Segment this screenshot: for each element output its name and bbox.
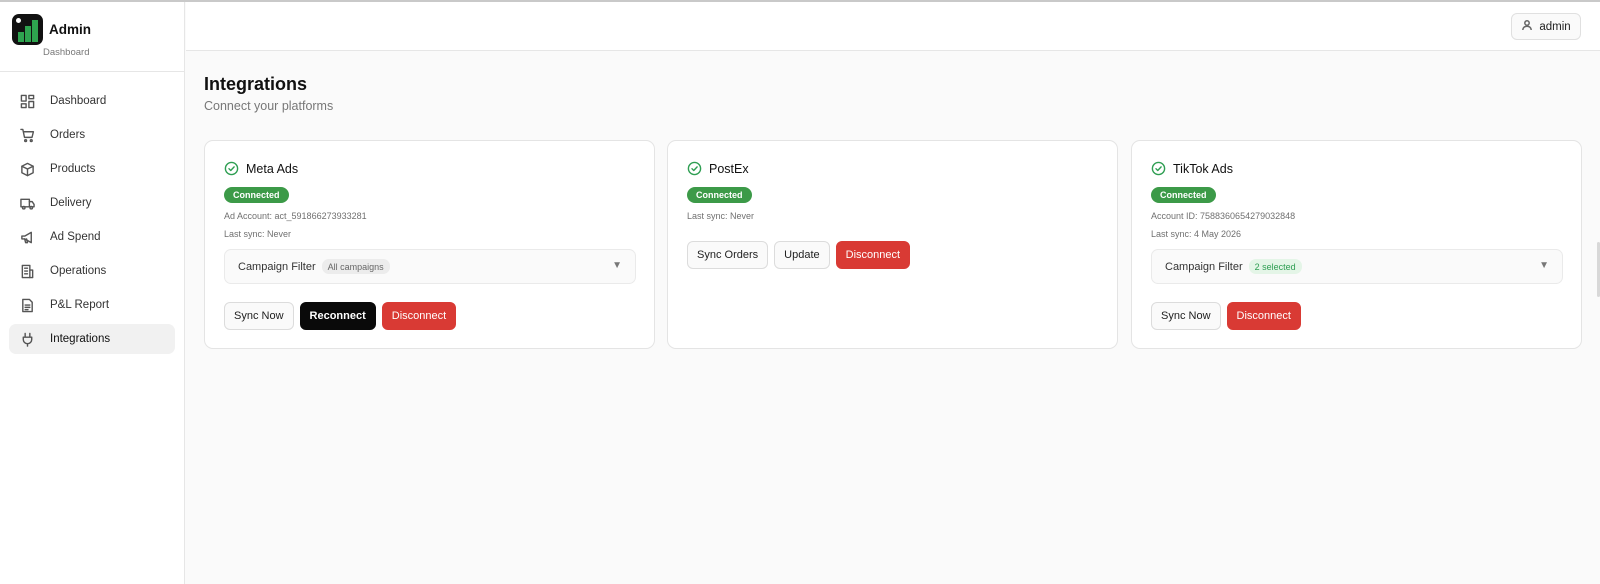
sync-now-button[interactable]: Sync Now: [1151, 302, 1221, 330]
truck-icon: [19, 195, 35, 211]
brand: Admin Dashboard: [0, 2, 184, 72]
status-badge: Connected: [687, 187, 752, 203]
sidebar-item-label: P&L Report: [50, 299, 110, 311]
user-icon: [1521, 19, 1533, 34]
card-header: Meta Ads: [224, 161, 298, 176]
campaign-filter-chip: All campaigns: [321, 259, 390, 274]
sidebar-item-delivery[interactable]: Delivery: [9, 188, 175, 218]
card-actions: Sync Now Reconnect Disconnect: [224, 302, 457, 330]
disconnect-button[interactable]: Disconnect: [381, 302, 457, 330]
building-icon: [19, 263, 35, 279]
sidebar-item-operations[interactable]: Operations: [9, 256, 175, 286]
reconnect-button[interactable]: Reconnect: [299, 302, 376, 330]
package-icon: [19, 161, 35, 177]
disconnect-button[interactable]: Disconnect: [835, 241, 911, 269]
last-sync-text: Last sync: Never: [224, 229, 292, 239]
status-badge: Connected: [1151, 187, 1216, 203]
sidebar-item-integrations[interactable]: Integrations: [9, 324, 175, 354]
account-id-text: Account ID: 7588360654279032848: [1151, 211, 1296, 221]
sidebar-item-label: Operations: [50, 265, 107, 277]
brand-title: Admin: [49, 22, 91, 37]
sidebar-item-label: Products: [50, 163, 96, 175]
card-header: TikTok Ads: [1151, 161, 1233, 176]
sidebar-item-products[interactable]: Products: [9, 154, 175, 184]
card-title: Meta Ads: [246, 161, 299, 176]
sidebar-item-ad-spend[interactable]: Ad Spend: [9, 222, 175, 252]
integration-card-tiktok-ads: TikTok Ads Connected Account ID: 7588360…: [1131, 140, 1582, 349]
campaign-filter-dropdown[interactable]: Campaign Filter 2 selected ▼: [1151, 249, 1563, 284]
sidebar: Admin Dashboard Dashboard Orders Product…: [0, 2, 185, 584]
app-logo: [12, 14, 43, 45]
disconnect-button[interactable]: Disconnect: [1226, 302, 1301, 330]
status-badge: Connected: [224, 187, 289, 203]
sidebar-item-dashboard[interactable]: Dashboard: [9, 86, 175, 116]
plug-icon: [19, 331, 35, 347]
integration-card-postex: PostEx Connected Last sync: Never Sync O…: [667, 140, 1118, 349]
sidebar-item-orders[interactable]: Orders: [9, 120, 175, 150]
shopping-cart-icon: [19, 127, 35, 143]
chevron-down-icon: ▼: [612, 260, 622, 271]
user-menu-button[interactable]: admin: [1511, 13, 1581, 40]
chevron-down-icon: ▼: [1539, 260, 1549, 271]
card-actions: Sync Orders Update Disconnect: [687, 241, 911, 269]
check-circle-icon: [1151, 161, 1166, 176]
sidebar-item-label: Orders: [50, 129, 86, 141]
sync-now-button[interactable]: Sync Now: [224, 302, 294, 330]
sidebar-nav: Dashboard Orders Products Delivery Ad Sp…: [0, 72, 184, 354]
sync-orders-button[interactable]: Sync Orders: [687, 241, 769, 269]
campaign-filter-label: Campaign Filter: [238, 260, 316, 273]
campaign-filter-dropdown[interactable]: Campaign Filter All campaigns ▼: [224, 249, 636, 284]
campaign-filter-label: Campaign Filter: [1165, 260, 1243, 273]
update-button[interactable]: Update: [774, 241, 830, 269]
last-sync-text: Last sync: 4 May 2026: [1151, 229, 1242, 239]
sidebar-item-label: Ad Spend: [50, 231, 101, 243]
megaphone-icon: [19, 229, 35, 245]
report-icon: [19, 297, 35, 313]
last-sync-text: Last sync: Never: [687, 211, 755, 221]
page-subtitle: Connect your platforms: [204, 99, 334, 113]
sidebar-item-label: Dashboard: [50, 95, 107, 107]
page-title: Integrations: [204, 74, 308, 94]
sidebar-item-label: Integrations: [50, 333, 111, 345]
card-title: PostEx: [709, 161, 749, 176]
card-actions: Sync Now Disconnect: [1151, 302, 1301, 330]
check-circle-icon: [687, 161, 702, 176]
brand-subtitle: Dashboard: [43, 47, 90, 58]
card-title: TikTok Ads: [1173, 161, 1233, 176]
sidebar-item-pl-report[interactable]: P&L Report: [9, 290, 175, 320]
sidebar-item-label: Delivery: [50, 197, 92, 209]
check-circle-icon: [224, 161, 239, 176]
card-header: PostEx: [687, 161, 749, 176]
topbar: admin: [186, 2, 1600, 51]
campaign-filter-chip: 2 selected: [1248, 259, 1302, 274]
ad-account-text: Ad Account: act_591866273933281: [224, 211, 367, 221]
user-label: admin: [1539, 20, 1571, 33]
integration-card-meta-ads: Meta Ads Connected Ad Account: act_59186…: [204, 140, 655, 349]
dashboard-grid-icon: [19, 93, 35, 109]
